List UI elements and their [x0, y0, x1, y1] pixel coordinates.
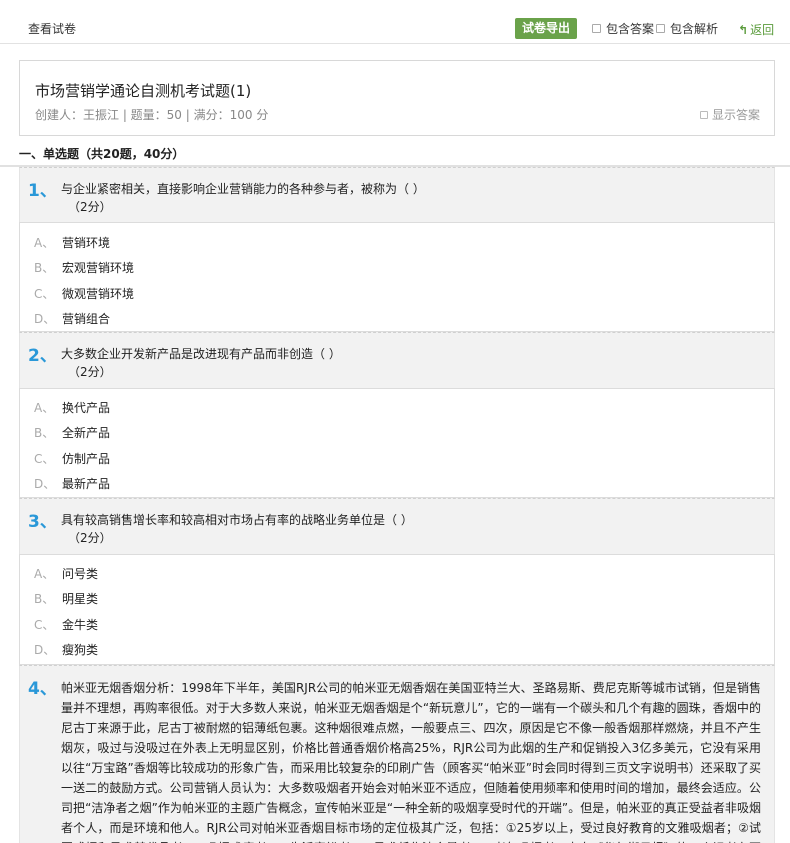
options-box: A、 问号类 B、 明星类 C、 金牛类 D、 瘦狗类: [19, 554, 775, 665]
option-text: 金牛类: [62, 618, 99, 632]
option-letter: B、: [34, 592, 55, 606]
question-number: 2、: [28, 346, 57, 366]
option-letter: C、: [34, 618, 55, 632]
option-row: B、 宏观营销环境: [34, 259, 134, 276]
paper-header-card: 市场营销学通论自测机考试题(1) 创建人：王振江 | 题量：50 | 满分：10…: [19, 60, 775, 136]
paper-title: 市场营销学通论自测机考试题(1): [35, 82, 252, 100]
question-text: 与企业紧密相关，直接影响企业营销能力的各种参与者，被称为（ ）: [61, 182, 425, 196]
option-letter: A、: [34, 236, 55, 250]
option-text: 明星类: [62, 592, 99, 606]
option-letter: A、: [34, 567, 55, 581]
option-row: B、 全新产品: [34, 424, 110, 441]
page-title: 查看试卷: [28, 22, 77, 36]
option-letter: D、: [34, 477, 56, 491]
question-header: 2、 大多数企业开发新产品是改进现有产品而非创造（ ） （2分）: [19, 332, 775, 388]
option-text: 瘦狗类: [62, 643, 99, 657]
back-arrow-icon: ↰: [738, 22, 749, 37]
include-analysis-checkbox[interactable]: [656, 24, 665, 33]
option-text: 问号类: [62, 567, 99, 581]
option-letter: B、: [34, 261, 55, 275]
export-paper-button[interactable]: 试卷导出: [515, 18, 577, 39]
option-text: 换代产品: [62, 401, 111, 415]
include-analysis-label: 包含解析: [670, 22, 719, 36]
question-text: 具有较高销售增长率和较高相对市场占有率的战略业务单位是（ ）: [61, 513, 413, 527]
option-letter: D、: [34, 312, 56, 326]
question-score: （2分）: [68, 531, 112, 545]
back-link[interactable]: ↰ 返回: [738, 21, 774, 38]
option-row: D、 瘦狗类: [34, 641, 98, 658]
top-bar: 查看试卷 试卷导出 包含答案 包含解析 ↰ 返回: [0, 0, 790, 44]
option-letter: C、: [34, 287, 55, 301]
question-header: 1、 与企业紧密相关，直接影响企业营销能力的各种参与者，被称为（ ） （2分）: [19, 167, 775, 222]
option-row: C、 金牛类: [34, 616, 98, 633]
option-text: 全新产品: [62, 426, 111, 440]
question-header: 3、 具有较高销售增长率和较高相对市场占有率的战略业务单位是（ ） （2分）: [19, 498, 775, 554]
question-text: 大多数企业开发新产品是改进现有产品而非创造（ ）: [61, 347, 341, 361]
option-row: D、 营销组合: [34, 310, 110, 327]
option-row: C、 仿制产品: [34, 450, 110, 467]
show-answer-label: 显示答案: [711, 108, 760, 122]
option-row: A、 问号类: [34, 565, 98, 582]
option-text: 营销环境: [62, 236, 111, 250]
option-text: 仿制产品: [62, 452, 111, 466]
show-answer-checkbox[interactable]: [699, 110, 708, 119]
option-row: C、 微观营销环境: [34, 285, 134, 302]
option-row: B、 明星类: [34, 590, 98, 607]
option-text: 微观营销环境: [62, 287, 135, 301]
option-row: D、 最新产品: [34, 475, 110, 492]
show-answer-option[interactable]: 显示答案: [699, 106, 760, 123]
option-letter: A、: [34, 401, 55, 415]
include-answer-label: 包含答案: [606, 22, 655, 36]
question-number: 1、: [28, 181, 57, 201]
include-analysis-option[interactable]: 包含解析: [656, 20, 718, 37]
question-number: 4、: [28, 679, 57, 699]
option-text: 最新产品: [62, 477, 111, 491]
option-row: A、 换代产品: [34, 399, 110, 416]
option-letter: D、: [34, 643, 56, 657]
question-number: 3、: [28, 512, 57, 532]
option-text: 宏观营销环境: [62, 261, 135, 275]
option-row: A、 营销环境: [34, 234, 110, 251]
question-text: 帕米亚无烟香烟分析：1998年下半年，美国RJR公司的帕米亚无烟香烟在美国亚特兰…: [61, 681, 761, 843]
options-box: A、 换代产品 B、 全新产品 C、 仿制产品 D、 最新产品: [19, 388, 775, 498]
option-letter: B、: [34, 426, 55, 440]
section-title: 一、单选题（共20题，40分）: [19, 147, 185, 161]
back-label: 返回: [750, 23, 775, 37]
include-answer-checkbox[interactable]: [592, 24, 601, 33]
include-answer-option[interactable]: 包含答案: [592, 20, 654, 37]
question-score: （2分）: [68, 365, 112, 379]
option-text: 营销组合: [62, 312, 111, 326]
question-header: 4、 帕米亚无烟香烟分析：1998年下半年，美国RJR公司的帕米亚无烟香烟在美国…: [19, 665, 775, 843]
option-letter: C、: [34, 452, 55, 466]
paper-meta: 创建人：王振江 | 题量：50 | 满分：100 分: [35, 108, 269, 122]
options-box: A、 营销环境 B、 宏观营销环境 C、 微观营销环境 D、 营销组合: [19, 222, 775, 332]
question-score: （2分）: [68, 200, 112, 214]
